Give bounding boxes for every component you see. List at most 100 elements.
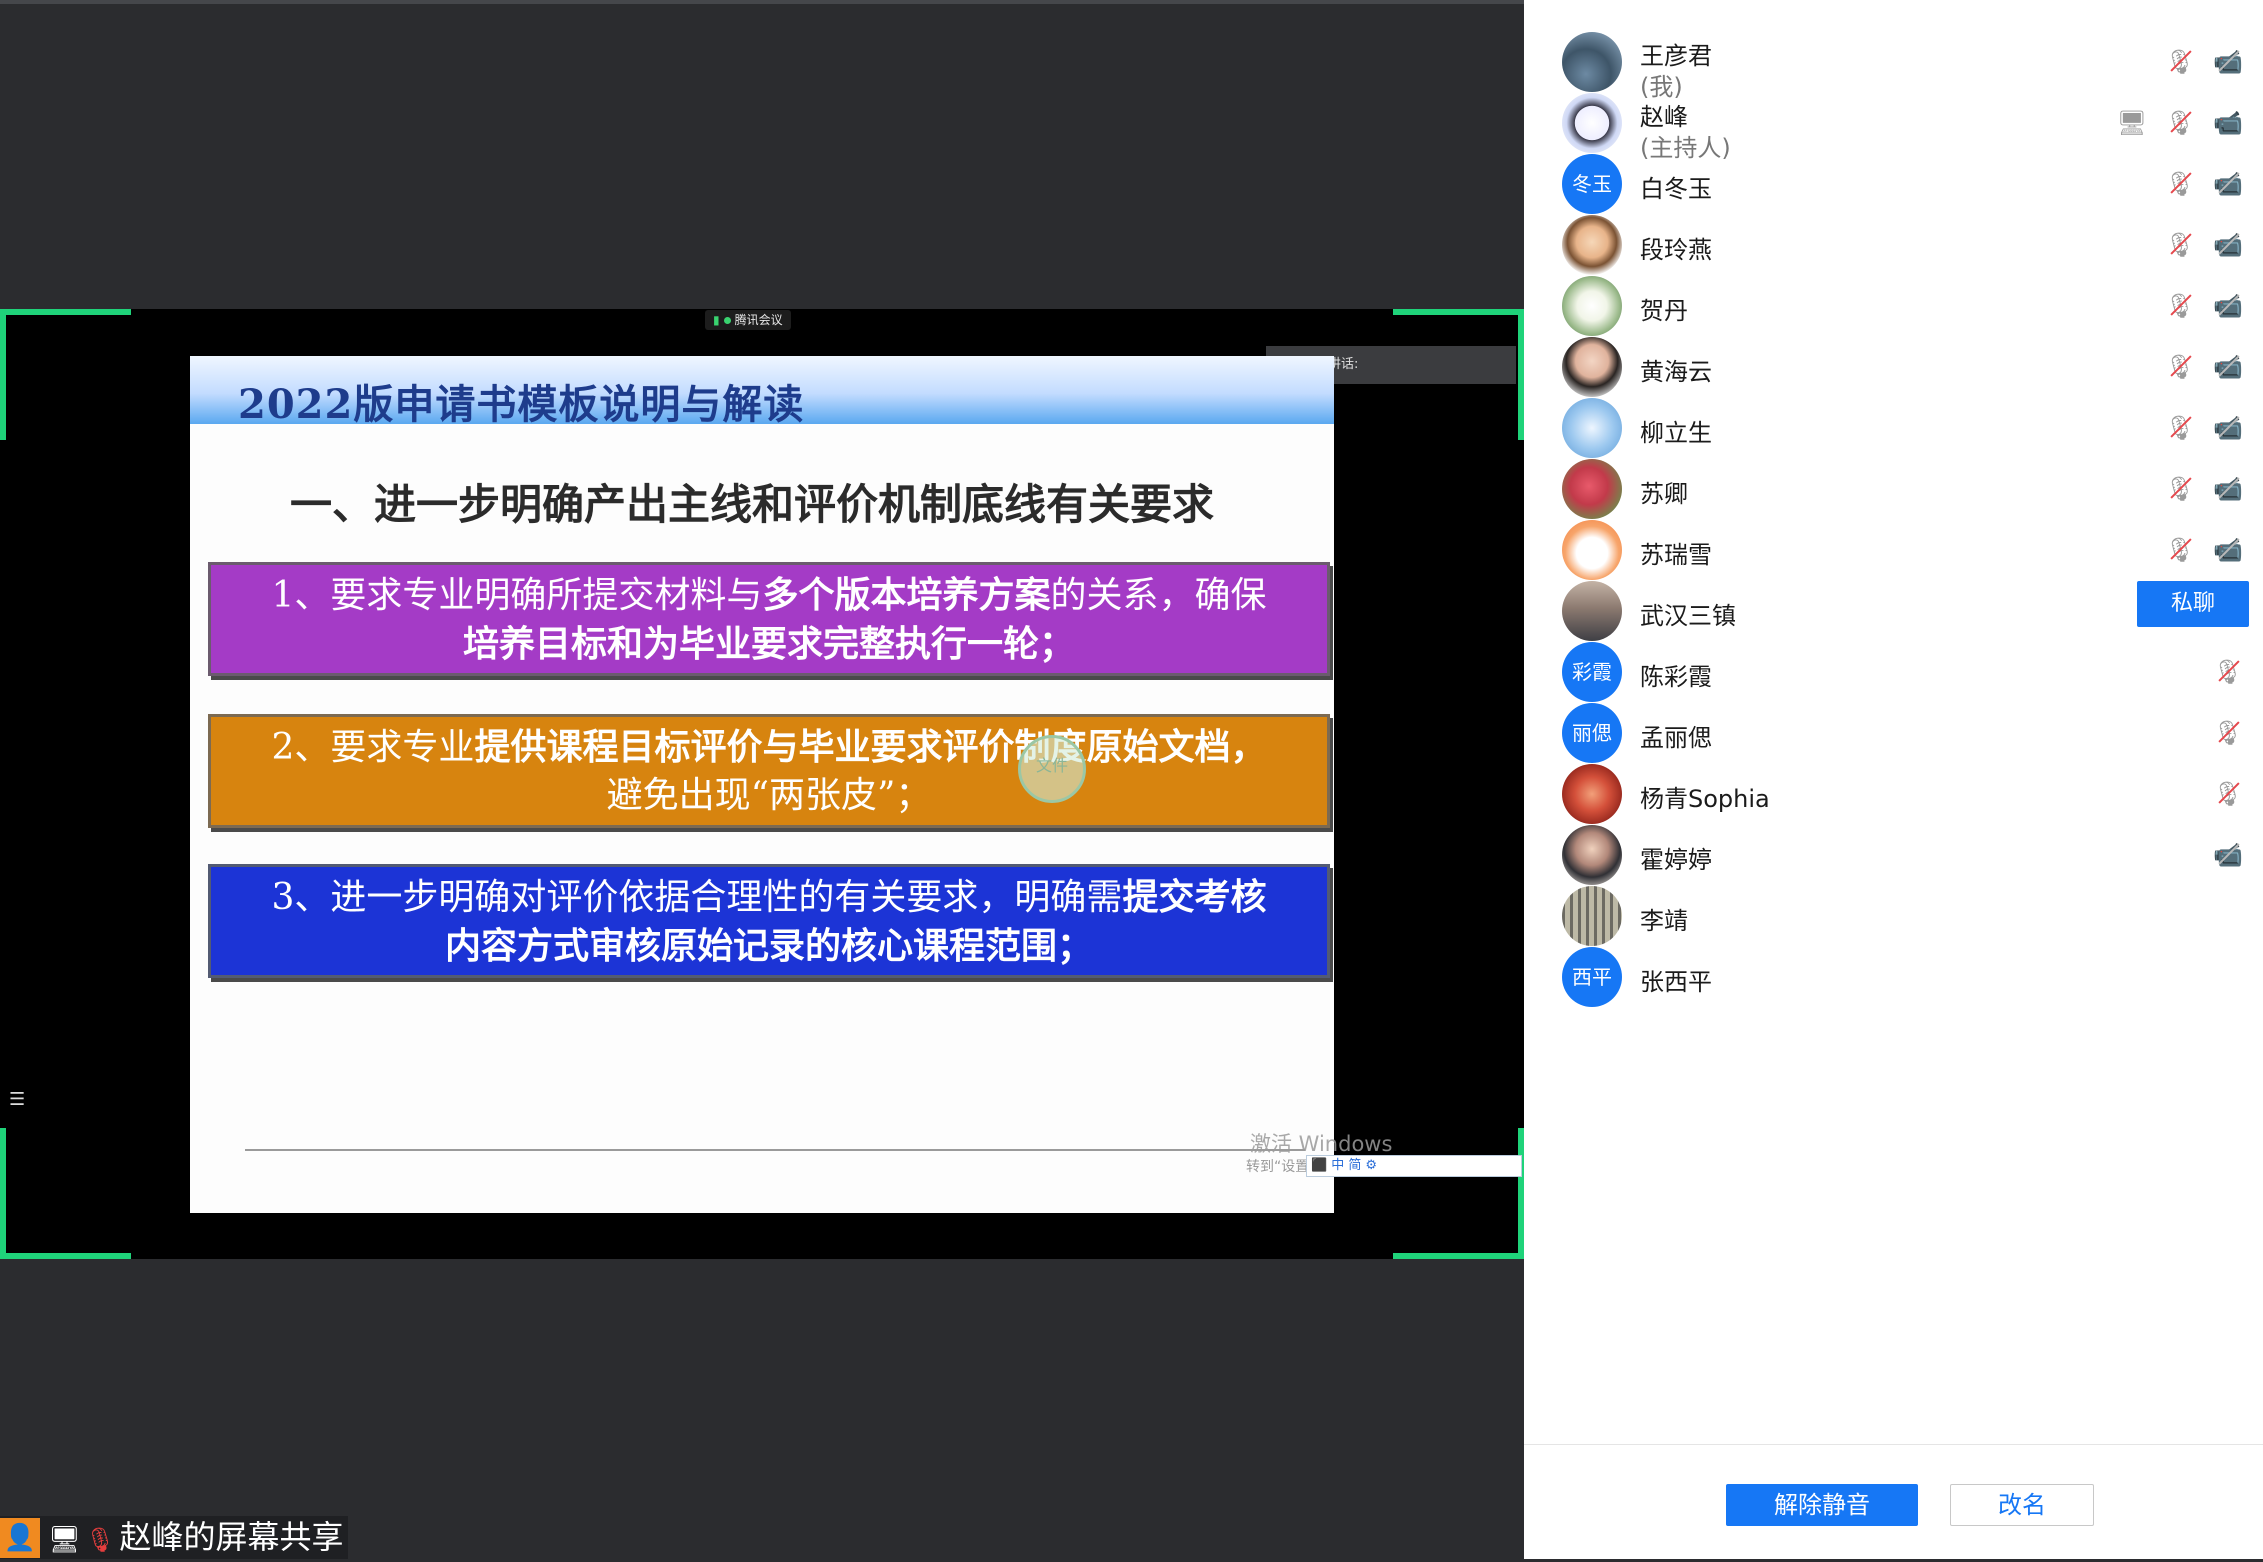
unmute-button[interactable]: 解除静音 xyxy=(1726,1484,1918,1526)
screen-share-icon: 🖥 xyxy=(48,1525,82,1555)
rename-button[interactable]: 改名 xyxy=(1950,1484,2094,1526)
mic-muted-icon[interactable]: 🎙 xyxy=(2163,473,2197,505)
participant-name: 陈彩霞 xyxy=(1640,663,1712,691)
panel-divider xyxy=(1524,1444,2263,1445)
participant-name: 苏卿 xyxy=(1640,480,1688,508)
mic-muted-icon[interactable]: 🎙 xyxy=(2211,717,2245,749)
slide-heading: 一、进一步明确产出主线和评价机制底线有关要求 xyxy=(290,480,1215,529)
mic-muted-icon[interactable]: 🎙 xyxy=(2211,778,2245,810)
participant-name: 霍婷婷 xyxy=(1640,846,1712,874)
point-3-text-a: 3、进一步明确对评价依据合理性的有关要求，明确需 xyxy=(271,877,1123,918)
muted-slash xyxy=(2218,660,2240,682)
participant-status-icons: 🎙📹 xyxy=(2149,229,2245,261)
camera-off-slash xyxy=(2218,477,2240,499)
participant-status-icons: 🎙📹 xyxy=(2149,534,2245,566)
mic-muted-icon[interactable]: 🎙 xyxy=(2163,107,2197,139)
slide-title: 2022版申请书模板说明与解读 xyxy=(238,381,805,428)
participant-status-icons: 🎙 xyxy=(2197,656,2245,688)
camera-off-slash xyxy=(2218,294,2240,316)
screen-share-icon: 🖥 xyxy=(2116,109,2148,137)
participant-name: 柳立生 xyxy=(1640,419,1712,447)
list-icon[interactable]: ☰ xyxy=(9,1089,25,1110)
point-1-text-a: 1、要求专业明确所提交材料与 xyxy=(271,575,763,616)
watermark-seal: 文件 xyxy=(1018,735,1086,803)
user-avatar-icon: 👤 xyxy=(0,1518,40,1558)
share-corner-bottom-right xyxy=(1393,1128,1524,1259)
participant-name: 武汉三镇 xyxy=(1640,602,1736,630)
muted-slash xyxy=(2170,50,2192,72)
participant-status-icons: 🎙📹 xyxy=(2149,412,2245,444)
point-1-line-2: 培养目标和为毕业要求完整执行一轮； xyxy=(462,623,1075,665)
muted-slash xyxy=(2170,294,2192,316)
camera-off-slash xyxy=(2218,538,2240,560)
mic-muted-icon[interactable]: 🎙 xyxy=(2163,168,2197,200)
signal-icon: ▮ xyxy=(713,313,720,327)
muted-slash xyxy=(2170,111,2192,133)
participant-status-icons: 🎙📹 xyxy=(2149,473,2245,505)
mic-muted-icon: 🎙 xyxy=(85,1526,116,1554)
participant-status-icons: 🖥 🎙 📹 xyxy=(2101,107,2245,139)
camera-off-icon[interactable]: 📹 xyxy=(2211,412,2245,444)
screen-share-banner: 👤 🖥 🎙 赵峰的屏幕共享 xyxy=(0,1516,348,1559)
camera-off-slash xyxy=(2218,355,2240,377)
activate-windows-watermark: 激活 Windows xyxy=(1250,1132,1393,1156)
muted-slash xyxy=(2170,233,2192,255)
camera-off-slash xyxy=(2218,50,2240,72)
camera-off-icon[interactable]: 📹 xyxy=(2211,290,2245,322)
point-1-text-bold: 多个版本培养方案 xyxy=(762,574,1051,616)
participant-name: 孟丽偲 xyxy=(1640,724,1712,752)
participant-row[interactable]: 西平 张西平 xyxy=(1524,933,2263,1021)
share-corner-bottom-left xyxy=(0,1128,131,1259)
camera-off-icon[interactable]: 📹 xyxy=(2211,168,2245,200)
participant-name: 杨青Sophia xyxy=(1640,785,1770,813)
mic-muted-icon[interactable]: 🎙 xyxy=(2211,656,2245,688)
point-2-line-2: 避免出现“两张皮”； xyxy=(606,775,932,816)
slide-footer-line xyxy=(245,1149,1305,1151)
muted-slash xyxy=(2170,538,2192,560)
participant-status-icons: 🎙📹 xyxy=(2149,290,2245,322)
point-3-line-2: 内容方式审核原始记录的核心课程范围； xyxy=(444,925,1093,967)
participant-name: 李靖 xyxy=(1640,907,1688,935)
participant-status-icons: 🎙📹 xyxy=(2149,351,2245,383)
muted-slash xyxy=(2170,477,2192,499)
participant-name: 王彦君 xyxy=(1640,42,1712,70)
mic-muted-icon[interactable]: 🎙 xyxy=(2163,290,2197,322)
muted-slash xyxy=(2170,416,2192,438)
point-3-text-bold: 提交考核 xyxy=(1122,876,1267,918)
participant-name: 赵峰 xyxy=(1640,103,1688,131)
point-2-text-a: 2、要求专业 xyxy=(271,727,475,768)
mic-muted-icon[interactable]: 🎙 xyxy=(2163,351,2197,383)
camera-off-icon[interactable]: 📹 xyxy=(2211,351,2245,383)
muted-slash xyxy=(2218,721,2240,743)
camera-off-icon[interactable]: 📹 xyxy=(2211,473,2245,505)
mic-muted-icon[interactable]: 🎙 xyxy=(2163,412,2197,444)
participant-name: 段玲燕 xyxy=(1640,236,1712,264)
camera-off-icon[interactable]: 📹 xyxy=(2211,839,2245,871)
participant-name: 张西平 xyxy=(1640,968,1712,996)
slide-point-2: 2、要求专业提供课程目标评价与毕业要求评价制度原始文档， 避免出现“两张皮”； xyxy=(208,714,1330,828)
participant-name: 白冬玉 xyxy=(1640,175,1712,203)
mic-muted-icon[interactable]: 🎙 xyxy=(2163,46,2197,78)
participant-name: 苏瑞雪 xyxy=(1640,541,1712,569)
participant-status-icons: 🎙 xyxy=(2197,717,2245,749)
camera-icon[interactable]: 📹 xyxy=(2211,107,2245,139)
camera-off-icon[interactable]: 📹 xyxy=(2211,534,2245,566)
app-tag-label: 腾讯会议 xyxy=(734,313,783,327)
participant-status-icons: 🎙 xyxy=(2197,778,2245,810)
muted-slash xyxy=(2218,782,2240,804)
participants-panel: 王彦君(我)🎙📹赵峰(主持人)🖥🎙📹冬玉白冬玉🎙📹段玲燕🎙📹贺丹🎙📹黄海云🎙📹柳… xyxy=(1524,0,2263,1559)
mic-muted-icon[interactable]: 🎙 xyxy=(2163,534,2197,566)
top-divider xyxy=(0,0,1524,4)
avatar: 西平 xyxy=(1562,947,1622,1007)
camera-off-icon[interactable]: 📹 xyxy=(2211,229,2245,261)
ime-settings-icon: ⚙ xyxy=(1365,1158,1377,1173)
share-banner-label: 赵峰的屏幕共享 xyxy=(119,1518,344,1556)
slide-point-3: 3、进一步明确对评价依据合理性的有关要求，明确需提交考核 内容方式审核原始记录的… xyxy=(208,864,1330,978)
presentation-slide: 2022版申请书模板说明与解读 一、进一步明确产出主线和评价机制底线有关要求 1… xyxy=(190,356,1334,1213)
ime-label: 中 简 xyxy=(1331,1158,1362,1173)
muted-slash xyxy=(2170,172,2192,194)
private-chat-button[interactable]: 私聊 xyxy=(2137,581,2249,627)
camera-off-icon[interactable]: 📹 xyxy=(2211,46,2245,78)
share-corner-top-left xyxy=(0,309,131,440)
mic-muted-icon[interactable]: 🎙 xyxy=(2163,229,2197,261)
